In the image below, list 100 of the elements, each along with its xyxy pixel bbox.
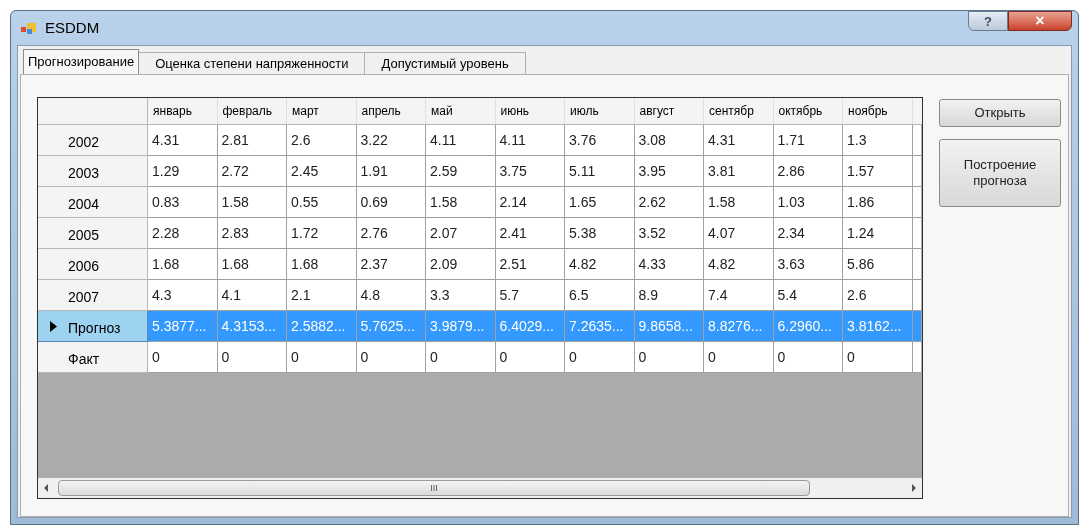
table-cell: 4.11 (495, 125, 565, 156)
app-icon (21, 21, 37, 35)
table-cell: 1.68 (287, 249, 357, 280)
column-header[interactable]: январь (148, 98, 218, 124)
column-header[interactable]: июль (565, 98, 635, 124)
table-cell: 3.08 (634, 125, 704, 156)
action-button[interactable]: Открыть (939, 99, 1061, 127)
scrollbar-thumb[interactable]: III (58, 480, 810, 496)
column-header[interactable]: апрель (356, 98, 426, 124)
horizontal-scrollbar[interactable]: III (38, 478, 922, 498)
table-cell: 7.2635... (565, 311, 635, 342)
column-header[interactable]: ноябрь (843, 98, 913, 124)
table-cell: 4.3 (148, 280, 218, 311)
row-label: Факт (68, 349, 100, 369)
table-cell: 2.59 (426, 156, 496, 187)
table-cell: 3.9879... (426, 311, 496, 342)
column-header[interactable]: июнь (495, 98, 565, 124)
table-cell: 2.07 (426, 218, 496, 249)
table-cell: 1.29 (148, 156, 218, 187)
table-cell: 2.5882... (287, 311, 357, 342)
table-cell: 1.72 (287, 218, 357, 249)
table-cell: 4.11 (426, 125, 496, 156)
table-cell: 8.8276... (704, 311, 774, 342)
help-button[interactable]: ? (968, 11, 1008, 31)
table-cell: 3.52 (634, 218, 704, 249)
column-header[interactable]: сентябр (704, 98, 774, 124)
table-cell: 3.3 (426, 280, 496, 311)
row-header[interactable]: 2004 (38, 187, 148, 218)
table-cell: 3.63 (773, 249, 843, 280)
row-label: 2006 (68, 256, 100, 276)
table-cell: 4.31 (148, 125, 218, 156)
row-header[interactable]: 2003 (38, 156, 148, 187)
table-cell: 2.72 (217, 156, 287, 187)
table-cell: 3.81 (704, 156, 774, 187)
window-title: ESDDM (45, 17, 100, 38)
table-cell: 1.03 (773, 187, 843, 218)
tab[interactable]: Допустимый уровень (365, 52, 526, 74)
row-header[interactable]: Факт (38, 342, 148, 373)
column-header[interactable]: октябрь (773, 98, 843, 124)
table-cell: 0.69 (356, 187, 426, 218)
table-cell: 0.83 (148, 187, 218, 218)
tab[interactable]: Оценка степени напряженности (139, 52, 366, 74)
row-header[interactable]: 2002 (38, 125, 148, 156)
table-cell: 5.7 (495, 280, 565, 311)
table-cell: 5.4 (773, 280, 843, 311)
table-cell: 3.76 (565, 125, 635, 156)
table-cell: 2.6 (287, 125, 357, 156)
table-cell: 5.38 (565, 218, 635, 249)
table-cell: 0 (565, 342, 635, 373)
table-cell: 2.81 (217, 125, 287, 156)
table-cell: 2.37 (356, 249, 426, 280)
table-cell: 3.22 (356, 125, 426, 156)
table-cell: 4.1 (217, 280, 287, 311)
table-cell: 2.09 (426, 249, 496, 280)
row-header[interactable]: 2006 (38, 249, 148, 280)
table-cell: 0 (356, 342, 426, 373)
tab[interactable]: Прогнозирование (23, 49, 140, 74)
row-label: 2003 (68, 163, 100, 183)
table-cell: 4.07 (704, 218, 774, 249)
table-cell: 4.8 (356, 280, 426, 311)
table-cell: 1.57 (843, 156, 913, 187)
row-label: 2005 (68, 225, 100, 245)
current-row-icon (49, 320, 57, 332)
table-cell: 1.91 (356, 156, 426, 187)
table-cell: 1.24 (843, 218, 913, 249)
column-header[interactable]: май (426, 98, 496, 124)
table-cell: 4.82 (704, 249, 774, 280)
table-cell: 2.28 (148, 218, 218, 249)
column-header[interactable]: август (634, 98, 704, 124)
table-cell: 6.4029... (495, 311, 565, 342)
row-header[interactable]: Прогноз (38, 311, 148, 342)
table-cell: 5.86 (843, 249, 913, 280)
table-cell: 0 (843, 342, 913, 373)
column-header[interactable]: февраль (217, 98, 287, 124)
column-header[interactable]: март (287, 98, 357, 124)
table-cell: 0 (287, 342, 357, 373)
table-cell: 0 (426, 342, 496, 373)
table-cell: 0 (634, 342, 704, 373)
row-label: 2002 (68, 132, 100, 152)
table-cell: 4.31 (704, 125, 774, 156)
table-cell: 4.33 (634, 249, 704, 280)
table-cell: 0 (704, 342, 774, 373)
table-cell: 0 (148, 342, 218, 373)
table-cell: 6.2960... (773, 311, 843, 342)
table-cell: 2.1 (287, 280, 357, 311)
row-header[interactable]: 2007 (38, 280, 148, 311)
table-cell: 1.86 (843, 187, 913, 218)
table-cell: 2.86 (773, 156, 843, 187)
table-cell: 1.3 (843, 125, 913, 156)
table-cell: 6.5 (565, 280, 635, 311)
table-cell: 2.51 (495, 249, 565, 280)
action-button[interactable]: Построение прогноза (939, 139, 1061, 207)
table-cell: 1.58 (704, 187, 774, 218)
table-cell: 5.3877... (148, 311, 218, 342)
table-cell: 1.71 (773, 125, 843, 156)
table-cell: 5.7625... (356, 311, 426, 342)
table-cell: 3.75 (495, 156, 565, 187)
row-header[interactable]: 2005 (38, 218, 148, 249)
table-cell: 2.62 (634, 187, 704, 218)
table-cell: 0 (217, 342, 287, 373)
